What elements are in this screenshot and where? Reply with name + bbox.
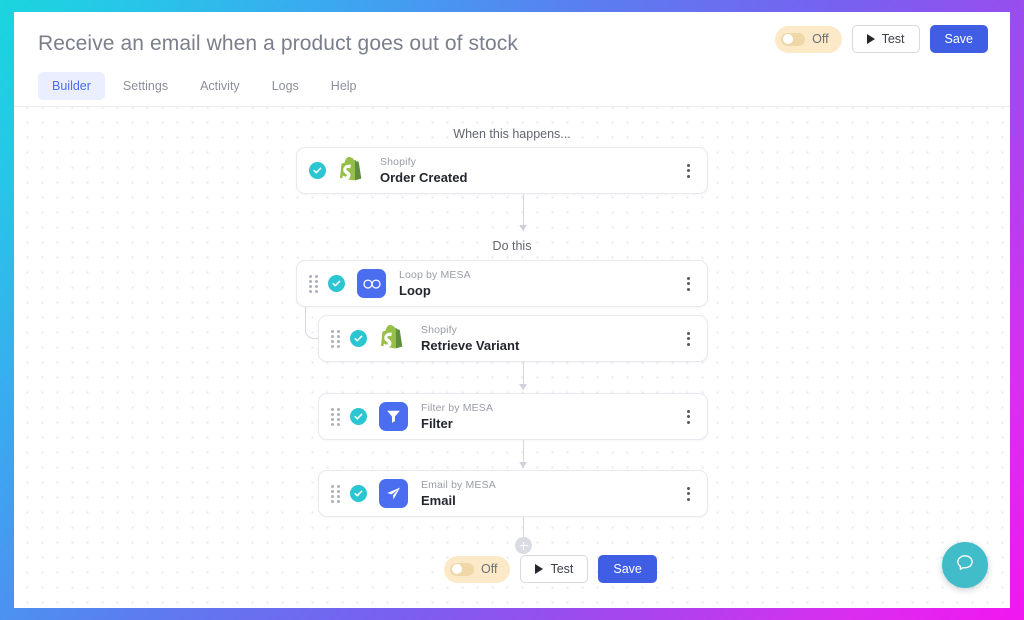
bottom-toolbar: Off Test Save bbox=[444, 555, 657, 583]
status-check-icon bbox=[350, 330, 367, 347]
node-menu-icon[interactable] bbox=[684, 406, 693, 428]
drag-handle[interactable] bbox=[331, 330, 342, 348]
app-header: Receive an email when a product goes out… bbox=[14, 12, 1010, 107]
toggle-label: Off bbox=[812, 32, 828, 46]
shopify-icon bbox=[338, 156, 367, 185]
node-step-name: Retrieve Variant bbox=[421, 338, 684, 354]
node-order-created[interactable]: Shopify Order Created bbox=[296, 147, 708, 194]
app-window: Receive an email when a product goes out… bbox=[14, 12, 1010, 608]
save-button[interactable]: Save bbox=[930, 25, 989, 53]
node-app-name: Shopify bbox=[421, 324, 684, 337]
toggle-track bbox=[450, 563, 474, 576]
toggle-track bbox=[781, 33, 805, 46]
save-button-bottom[interactable]: Save bbox=[598, 555, 657, 583]
node-loop[interactable]: Loop by MESA Loop bbox=[296, 260, 708, 307]
node-step-name: Order Created bbox=[380, 170, 684, 186]
node-step-name: Filter bbox=[421, 416, 684, 432]
workflow-canvas[interactable]: When this happens... Shopify Order Creat… bbox=[14, 107, 1010, 608]
toggle-knob bbox=[452, 564, 462, 574]
drag-handle[interactable] bbox=[331, 485, 342, 503]
status-check-icon bbox=[328, 275, 345, 292]
play-icon bbox=[867, 34, 875, 44]
infinity-icon bbox=[357, 269, 386, 298]
node-menu-icon[interactable] bbox=[684, 273, 693, 295]
node-app-name: Shopify bbox=[380, 156, 684, 169]
help-chat-button[interactable] bbox=[942, 542, 988, 588]
chat-bubble-icon bbox=[954, 552, 976, 579]
action-section-label: Do this bbox=[14, 239, 1010, 253]
add-step-button[interactable] bbox=[515, 537, 532, 554]
connector-arrow-icon bbox=[519, 225, 527, 231]
trigger-section-label: When this happens... bbox=[14, 127, 1010, 141]
node-step-name: Loop bbox=[399, 283, 684, 299]
workflow-enable-toggle[interactable]: Off bbox=[775, 26, 841, 53]
test-button-label: Test bbox=[550, 562, 573, 576]
status-check-icon bbox=[350, 408, 367, 425]
tab-help[interactable]: Help bbox=[317, 72, 371, 100]
node-menu-icon[interactable] bbox=[684, 160, 693, 182]
toggle-label: Off bbox=[481, 562, 497, 576]
node-app-name: Email by MESA bbox=[421, 479, 684, 492]
node-email[interactable]: Email by MESA Email bbox=[318, 470, 708, 517]
node-step-name: Email bbox=[421, 493, 684, 509]
node-text: Filter by MESA Filter bbox=[421, 402, 684, 432]
shopify-icon bbox=[379, 324, 408, 353]
tab-settings[interactable]: Settings bbox=[109, 72, 182, 100]
tab-activity[interactable]: Activity bbox=[186, 72, 254, 100]
tab-bar: Builder Settings Activity Logs Help bbox=[38, 72, 986, 106]
status-check-icon bbox=[350, 485, 367, 502]
play-icon bbox=[535, 564, 543, 574]
node-text: Shopify Retrieve Variant bbox=[421, 324, 684, 354]
workflow-flow: When this happens... Shopify Order Creat… bbox=[14, 107, 1010, 608]
node-text: Loop by MESA Loop bbox=[399, 269, 684, 299]
status-check-icon bbox=[309, 162, 326, 179]
header-actions: Off Test Save bbox=[775, 25, 988, 53]
node-app-name: Loop by MESA bbox=[399, 269, 684, 282]
paper-plane-icon bbox=[379, 479, 408, 508]
node-filter[interactable]: Filter by MESA Filter bbox=[318, 393, 708, 440]
test-button[interactable]: Test bbox=[852, 25, 920, 53]
tab-logs[interactable]: Logs bbox=[258, 72, 313, 100]
node-menu-icon[interactable] bbox=[684, 328, 693, 350]
connector-line bbox=[523, 517, 524, 539]
funnel-icon bbox=[379, 402, 408, 431]
tab-builder[interactable]: Builder bbox=[38, 72, 105, 100]
node-text: Shopify Order Created bbox=[380, 156, 684, 186]
save-button-label: Save bbox=[945, 32, 974, 46]
node-app-name: Filter by MESA bbox=[421, 402, 684, 415]
workflow-enable-toggle-bottom[interactable]: Off bbox=[444, 556, 510, 583]
node-menu-icon[interactable] bbox=[684, 483, 693, 505]
node-text: Email by MESA Email bbox=[421, 479, 684, 509]
connector-arrow-icon bbox=[519, 384, 527, 390]
toggle-knob bbox=[783, 34, 793, 44]
test-button-bottom[interactable]: Test bbox=[520, 555, 588, 583]
test-button-label: Test bbox=[882, 32, 905, 46]
save-button-label: Save bbox=[613, 562, 642, 576]
node-retrieve-variant[interactable]: Shopify Retrieve Variant bbox=[318, 315, 708, 362]
drag-handle[interactable] bbox=[309, 275, 320, 293]
drag-handle[interactable] bbox=[331, 408, 342, 426]
connector-arrow-icon bbox=[519, 462, 527, 468]
